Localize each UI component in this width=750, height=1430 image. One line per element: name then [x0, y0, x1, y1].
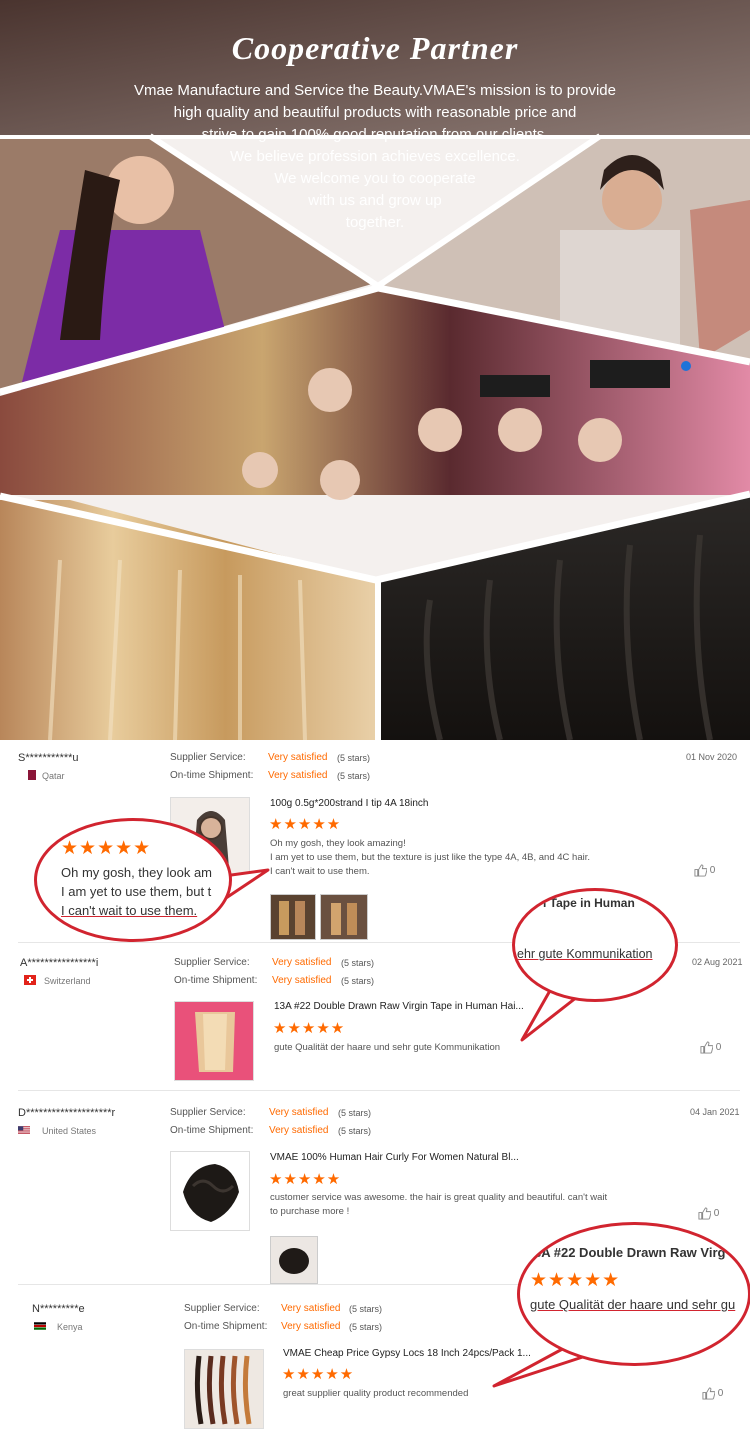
callout-bubble: 3A #22 Double Drawn Raw Virg ★★★★★ gute … [517, 1222, 750, 1366]
callout-bubble: ★★★★★ Oh my gosh, they look am I am yet … [34, 818, 232, 942]
callout-text-line: Oh my gosh, they look am [61, 865, 213, 880]
callout-text-line: gute Qualität der haare und sehr gu [530, 1297, 736, 1312]
callout-text-line: ehr gute Kommunikation [517, 947, 653, 961]
callout-title: l Tape in Human [543, 896, 635, 910]
callout-text-line: I can't wait to use them. [61, 903, 198, 918]
callout-bubble: l Tape in Human ehr gute Kommunikation [512, 888, 678, 1002]
callout-pointers [193, 868, 600, 1388]
callout-stars: ★★★★★ [530, 1270, 621, 1291]
callout-title: 3A #22 Double Drawn Raw Virg [534, 1245, 726, 1260]
callout-stars: ★★★★★ [61, 838, 152, 859]
callout-text-line: I am yet to use them, but t [61, 884, 212, 899]
